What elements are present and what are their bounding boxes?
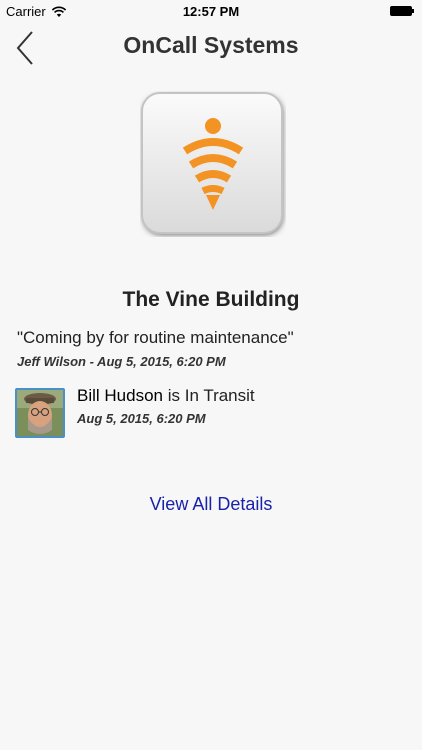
technician-photo: [17, 390, 63, 436]
avatar[interactable]: [15, 388, 65, 438]
technician-status: Bill Hudson is In Transit: [77, 386, 255, 406]
message-meta: Jeff Wilson - Aug 5, 2015, 6:20 PM: [17, 354, 226, 369]
message-text: "Coming by for routine maintenance": [17, 328, 294, 347]
navigation-bar: OnCall Systems: [0, 22, 422, 72]
clock: 12:57 PM: [182, 4, 240, 19]
status-text: is In Transit: [163, 386, 255, 405]
technician-name: Bill Hudson: [77, 386, 163, 405]
status-bar: Carrier 12:57 PM: [0, 0, 422, 22]
location-name: The Vine Building: [122, 288, 300, 311]
view-all-details-link[interactable]: View All Details: [0, 494, 422, 515]
status-timestamp: Aug 5, 2015, 6:20 PM: [77, 411, 206, 426]
page-title: OnCall Systems: [123, 32, 299, 58]
signal-beacon-icon: [141, 92, 283, 235]
battery-icon: [390, 6, 414, 16]
